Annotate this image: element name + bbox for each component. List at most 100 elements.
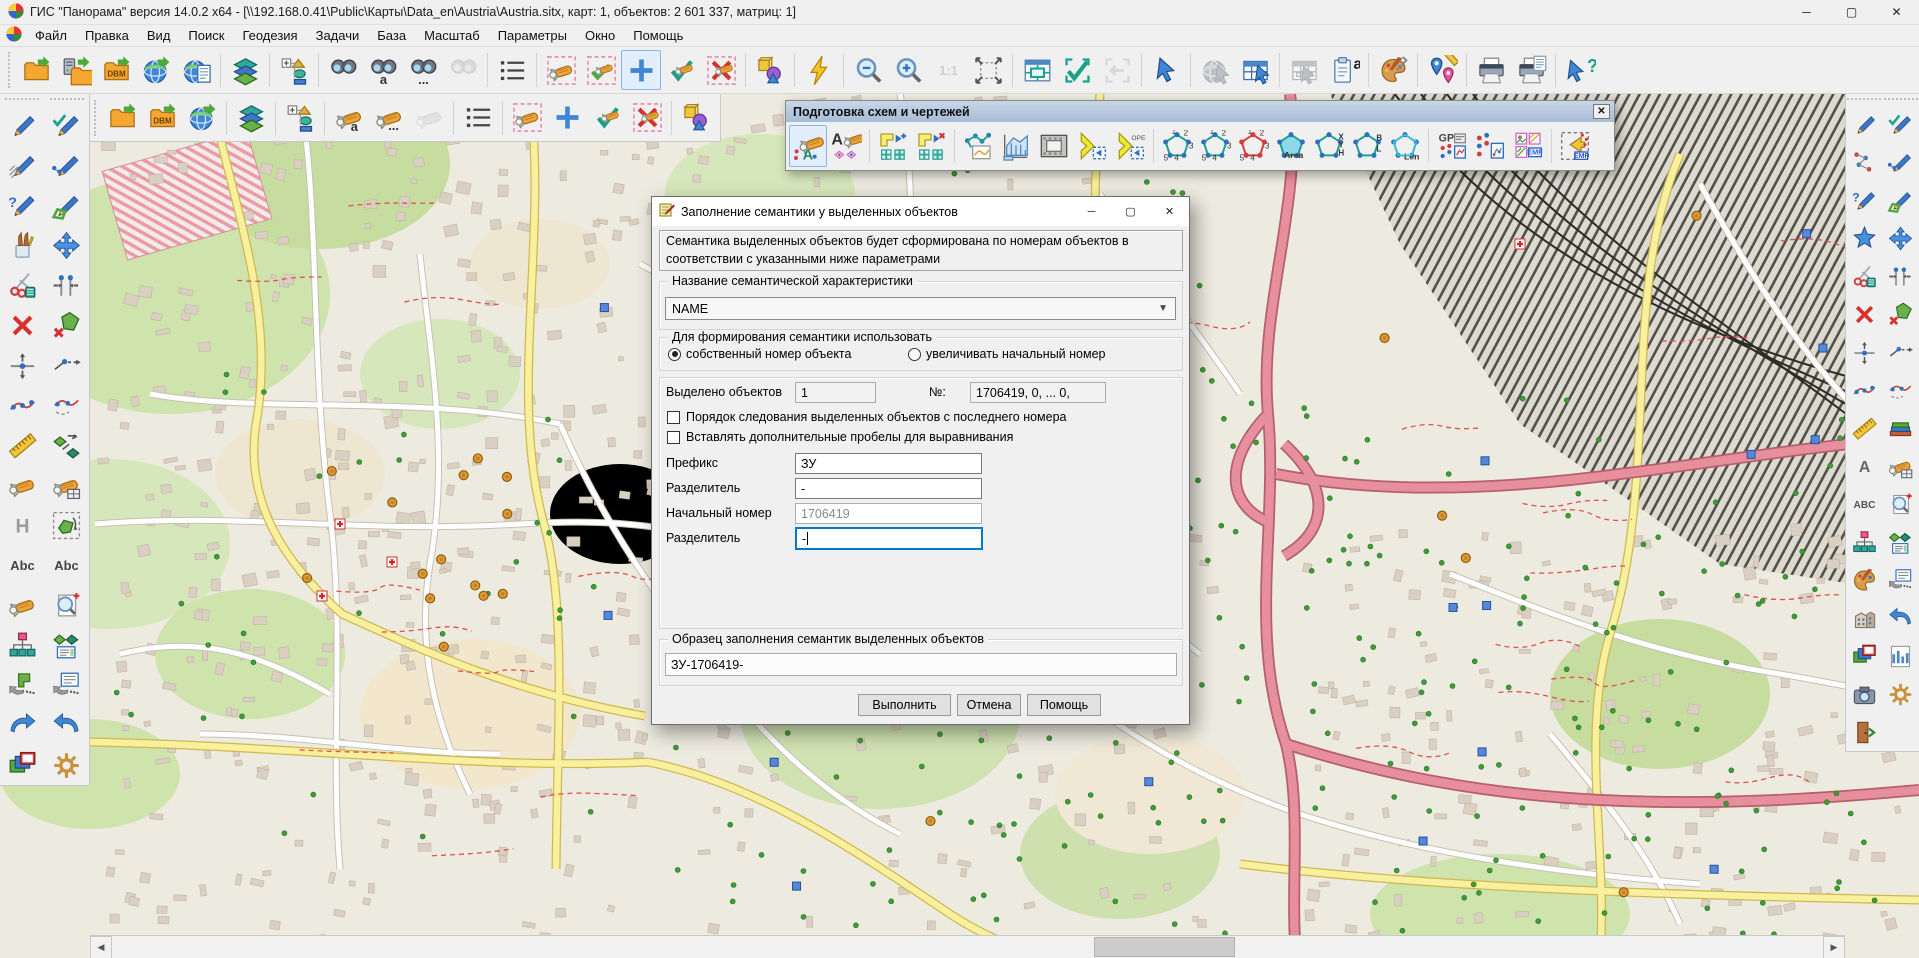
pointer-arrow-button[interactable] [1146, 50, 1186, 90]
globe-report-button[interactable] [176, 50, 216, 90]
undo-arrow-button[interactable] [47, 705, 87, 745]
toolbar-grip[interactable] [1884, 98, 1918, 102]
legend-tree-button[interactable] [274, 50, 314, 90]
flashlight-panel-button[interactable] [1884, 447, 1918, 485]
select-contour-button[interactable] [507, 98, 547, 138]
redo-arrow-button[interactable] [2, 705, 42, 745]
export-arrow-open-button[interactable]: OPEN [1111, 125, 1149, 167]
toolbar-grip[interactable] [94, 100, 98, 136]
polygon-frame-button[interactable] [47, 505, 87, 545]
move-point-button[interactable] [1847, 333, 1881, 371]
pencil-button[interactable] [1847, 105, 1881, 143]
sign-text-flashlight-button[interactable]: A [827, 125, 865, 167]
selection-accept-button[interactable] [1057, 50, 1097, 90]
select-delete-button[interactable] [701, 50, 741, 90]
help-pointer-button[interactable]: ? [1560, 50, 1600, 90]
scissors-spool-button[interactable] [1847, 257, 1881, 295]
toolbar-grip[interactable] [5, 98, 39, 102]
shapes-3d-button[interactable] [750, 50, 790, 90]
points-route-button[interactable] [1471, 125, 1509, 167]
hierarchy-scheme-button[interactable] [2, 625, 42, 665]
polygon-numbered-red-button[interactable]: 12345 [1234, 125, 1272, 167]
print-report-button[interactable] [1511, 50, 1551, 90]
delete-cross-button[interactable] [2, 305, 42, 345]
fast-task-lightning-button[interactable] [799, 50, 839, 90]
cancel-button[interactable]: Отмена [957, 694, 1021, 716]
flashlight-any-button[interactable]: ... [369, 98, 409, 138]
menu-6[interactable]: Задачи [307, 26, 369, 45]
prefix-input[interactable]: ЗУ [795, 453, 982, 474]
photos-stack-button[interactable] [2, 745, 42, 785]
separator2-input[interactable]: - [795, 527, 983, 550]
flashlight-panel-button[interactable] [47, 465, 87, 505]
ruler-button[interactable] [2, 425, 42, 465]
binoculars-search-button[interactable] [323, 50, 363, 90]
photos-stack-button[interactable] [1847, 637, 1881, 675]
book-stack-button[interactable] [1884, 409, 1918, 447]
execute-button[interactable]: Выполнить [858, 694, 951, 716]
polygon-xyh-button[interactable]: XYH [1310, 125, 1348, 167]
move-arrows-button[interactable] [47, 225, 87, 265]
star-edit-button[interactable] [1847, 219, 1881, 257]
legend-tree-button[interactable] [280, 98, 320, 138]
polygon-delete-button[interactable] [47, 305, 87, 345]
brushes-jar-button[interactable] [2, 225, 42, 265]
binoculars-any-button[interactable]: ... [403, 50, 443, 90]
camera-button[interactable] [1847, 675, 1881, 713]
folder-open-button[interactable] [102, 98, 142, 138]
map-palette-button[interactable] [1373, 50, 1413, 90]
pencil-points-button[interactable] [47, 145, 87, 185]
select-check-button[interactable] [587, 98, 627, 138]
binoculars-name-button[interactable]: a [363, 50, 403, 90]
checkbox-spaces[interactable]: Вставлять дополнительные пробелы для выр… [667, 430, 1013, 444]
polygons-list-button[interactable] [1884, 523, 1918, 561]
building-3d-button[interactable] [1847, 599, 1881, 637]
select-plus-button[interactable] [547, 98, 587, 138]
start-number-input[interactable]: 1706419 [795, 503, 982, 524]
pencil-question-button[interactable]: ? [2, 185, 42, 225]
hierarchy-scheme-button[interactable] [1847, 523, 1881, 561]
pencil-button[interactable] [2, 105, 42, 145]
close-icon[interactable]: ✕ [1593, 104, 1610, 119]
horizontal-scrollbar[interactable]: ◀ ▶ [90, 935, 1845, 958]
menu-11[interactable]: Помощь [624, 26, 692, 45]
menu-4[interactable]: Поиск [179, 26, 233, 45]
zoom-doc-button[interactable] [47, 585, 87, 625]
text-abc-button[interactable]: Abc [47, 545, 87, 585]
polygon-area-button[interactable]: Area [1272, 125, 1310, 167]
undo-arrow-button[interactable] [1884, 599, 1918, 637]
polygons-swap-button[interactable] [47, 425, 87, 465]
folder-open-button[interactable] [16, 50, 56, 90]
frame-sheet-add-button[interactable] [874, 125, 912, 167]
zoom-extent-button[interactable] [968, 50, 1008, 90]
dbm-pointer-button[interactable]: DBM [1284, 50, 1324, 90]
pencil-check-button[interactable] [1884, 105, 1918, 143]
zoom-in-button[interactable] [888, 50, 928, 90]
scrollbar-track[interactable] [112, 936, 1823, 958]
chart-doc-button[interactable] [1884, 637, 1918, 675]
export-arrow-button[interactable] [1073, 125, 1111, 167]
flashlight-a-button[interactable]: a [329, 98, 369, 138]
images-emf-button[interactable]: EMF [1509, 125, 1547, 167]
shapes-3d-button[interactable] [676, 98, 716, 138]
menu-8[interactable]: Масштаб [415, 26, 489, 45]
objects-list-button[interactable] [492, 50, 532, 90]
gear-button[interactable] [1884, 675, 1918, 713]
selection-back-button[interactable] [1097, 50, 1137, 90]
point-direction-button[interactable] [47, 345, 87, 385]
points-link-button[interactable] [1847, 143, 1881, 181]
point-direction-button[interactable] [1884, 333, 1918, 371]
select-apply-button[interactable] [581, 50, 621, 90]
scrollbar-thumb[interactable] [1094, 937, 1235, 957]
polygon-delete-button[interactable] [1884, 295, 1918, 333]
palette-small-button[interactable] [1847, 561, 1881, 599]
shape-back-button[interactable] [2, 665, 42, 705]
pencil-polygon-button[interactable] [1884, 181, 1918, 219]
spline-dashed-button[interactable] [47, 385, 87, 425]
letter-H-button[interactable]: H [2, 505, 42, 545]
radio-increment-number[interactable]: увеличивать начальный номер [908, 347, 1106, 361]
points-align-button[interactable] [47, 265, 87, 305]
map-frame-button[interactable] [1035, 125, 1073, 167]
semantics-clipboard-button[interactable]: a [1324, 50, 1364, 90]
objects-list-button[interactable] [458, 98, 498, 138]
